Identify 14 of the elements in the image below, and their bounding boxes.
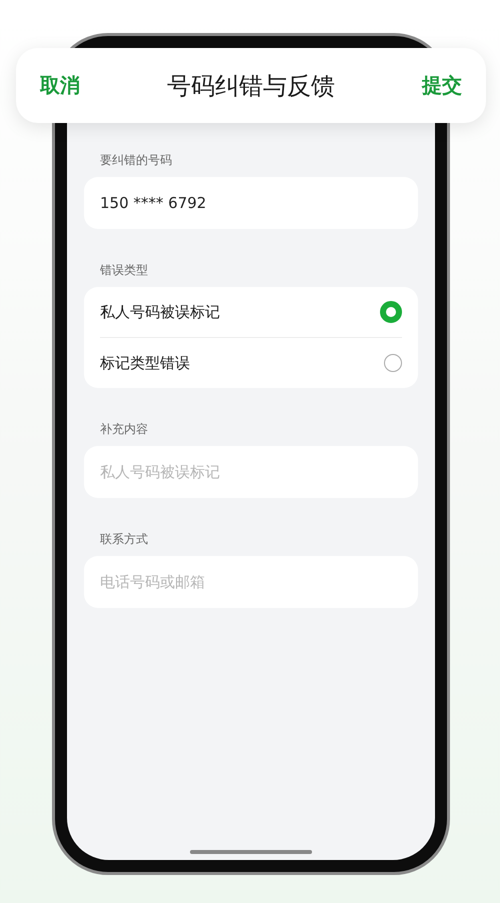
radio-button[interactable] [380,301,402,323]
number-field[interactable]: 150 **** 6792 [84,177,418,229]
submit-button[interactable]: 提交 [420,68,464,103]
section-label: 联系方式 [99,531,149,548]
section-label: 补充内容 [99,421,149,438]
radio-button[interactable] [384,354,402,372]
input-field[interactable]: 电话号码或邮箱 [84,556,418,608]
option-row[interactable]: 标记类型错误 [100,337,402,388]
cancel-button[interactable]: 取消 [38,68,82,103]
input-field[interactable]: 私人号码被误标记 [84,446,418,498]
page-title: 号码纠错与反馈 [167,70,335,102]
section-label: 错误类型 [99,262,149,279]
section-label: 要纠错的号码 [99,152,173,169]
option-row[interactable]: 私人号码被误标记 [100,287,402,337]
